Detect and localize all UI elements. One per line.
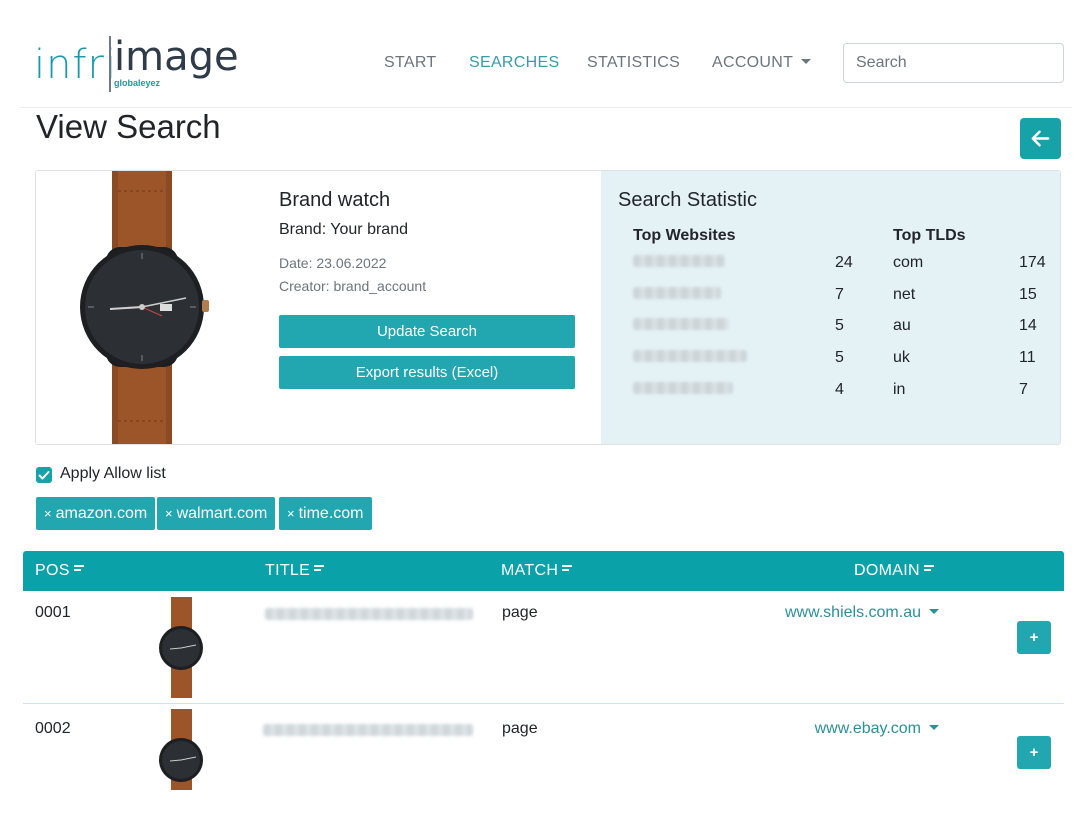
nav-account[interactable]: ACCOUNT xyxy=(712,54,812,72)
allow-tag-walmart[interactable]: × walmart.com xyxy=(157,497,276,530)
logo-text-infri: infri xyxy=(34,42,118,88)
search-name: Brand watch xyxy=(279,189,391,211)
website-count: 24 xyxy=(835,254,853,271)
remove-tag-icon[interactable]: × xyxy=(44,506,52,521)
result-thumbnail[interactable] xyxy=(106,597,256,698)
allow-list-label[interactable]: Apply Allow list xyxy=(60,465,166,483)
column-match[interactable]: MATCH xyxy=(501,562,573,580)
chevron-down-icon xyxy=(801,59,812,64)
sort-icon xyxy=(73,563,84,573)
chevron-down-icon xyxy=(929,609,939,614)
check-icon xyxy=(38,471,50,480)
column-title[interactable]: TITLE xyxy=(265,562,325,580)
sort-icon xyxy=(562,563,573,573)
back-button[interactable] xyxy=(1020,118,1061,159)
watch-thumbnail-image xyxy=(159,597,203,698)
nav-searches[interactable]: SEARCHES xyxy=(469,54,559,72)
brand-label: Brand: xyxy=(279,221,327,238)
export-results-button[interactable]: Export results (Excel) xyxy=(279,356,575,389)
remove-tag-icon[interactable]: × xyxy=(287,506,295,521)
search-statistic-panel: Search Statistic Top Websites Top TLDs 2… xyxy=(601,171,1060,444)
navbar: infri image globaleyez START SEARCHES ST… xyxy=(20,20,1072,108)
row-title-blurred xyxy=(265,607,473,625)
result-thumbnail[interactable] xyxy=(106,709,256,790)
website-name-blurred xyxy=(633,286,721,306)
row-title-blurred xyxy=(263,723,473,741)
search-brand: Brand: Your brand xyxy=(279,221,408,239)
nav-statistics[interactable]: STATISTICS xyxy=(587,54,680,72)
arrow-left-icon xyxy=(1031,130,1050,147)
row-match: page xyxy=(502,604,538,621)
tld-count: 7 xyxy=(1019,381,1028,398)
results-table-header: POS TITLE MATCH DOMAIN xyxy=(23,551,1064,591)
table-row[interactable]: 0001 page www.shiels.com.au + xyxy=(23,591,1064,704)
sort-icon xyxy=(923,563,934,573)
logo[interactable]: infri image globaleyez xyxy=(34,34,239,94)
tld-count: 11 xyxy=(1019,349,1036,366)
tld-name: au xyxy=(893,317,911,334)
column-pos[interactable]: POS xyxy=(35,562,84,580)
row-match: page xyxy=(502,720,538,737)
search-creator: Creator: brand_account xyxy=(279,278,427,294)
update-search-button[interactable]: Update Search xyxy=(279,315,575,348)
row-domain: www.shiels.com.au xyxy=(784,604,921,621)
row-domain-dropdown[interactable]: www.shiels.com.au xyxy=(743,604,939,622)
brand-value: Your brand xyxy=(330,221,408,238)
page-title: View Search xyxy=(36,108,221,145)
search-date: Date: 23.06.2022 xyxy=(279,255,387,271)
row-pos: 0002 xyxy=(35,720,71,737)
watch-thumbnail-image xyxy=(159,709,203,790)
add-result-button[interactable]: + xyxy=(1017,621,1051,654)
website-count: 5 xyxy=(835,349,844,366)
column-pos-label: POS xyxy=(35,562,70,579)
tld-name: uk xyxy=(893,349,910,366)
website-name-blurred xyxy=(633,381,733,401)
watch-image xyxy=(80,171,209,444)
sort-icon xyxy=(314,563,325,573)
allow-tag-label: walmart.com xyxy=(176,505,268,522)
column-title-label: TITLE xyxy=(265,562,311,579)
statistic-title: Search Statistic xyxy=(618,189,757,211)
website-count: 4 xyxy=(835,381,844,398)
row-domain-dropdown[interactable]: www.ebay.com xyxy=(743,720,939,738)
top-websites-header: Top Websites xyxy=(633,227,736,244)
column-match-label: MATCH xyxy=(501,562,559,579)
nav-account-label: ACCOUNT xyxy=(712,54,794,71)
column-domain[interactable]: DOMAIN xyxy=(854,562,934,580)
website-count: 7 xyxy=(835,286,844,303)
logo-subtext: globaleyez xyxy=(114,78,161,88)
tld-name: net xyxy=(893,286,916,303)
search-input[interactable] xyxy=(843,43,1064,83)
allow-list-checkbox[interactable] xyxy=(36,467,52,483)
tld-name: com xyxy=(893,254,924,271)
search-image xyxy=(36,171,260,444)
top-tlds-header: Top TLDs xyxy=(893,227,966,244)
logo-divider xyxy=(109,36,111,92)
website-name-blurred xyxy=(633,254,725,274)
allow-tag-label: amazon.com xyxy=(55,505,148,522)
search-info: Brand watch Brand: Your brand Date: 23.0… xyxy=(279,171,599,444)
tld-count: 15 xyxy=(1019,286,1037,303)
website-name-blurred xyxy=(633,317,729,337)
website-count: 5 xyxy=(835,317,844,334)
chevron-down-icon xyxy=(929,725,939,730)
table-row[interactable]: 0002 page www.ebay.com + xyxy=(23,705,1064,790)
tld-name: in xyxy=(893,381,906,398)
allow-tag-time[interactable]: × time.com xyxy=(279,497,372,530)
search-detail-card: Brand watch Brand: Your brand Date: 23.0… xyxy=(35,170,1061,445)
tld-count: 14 xyxy=(1019,317,1037,334)
allow-tag-label: time.com xyxy=(298,505,364,522)
website-name-blurred xyxy=(633,349,747,369)
add-result-button[interactable]: + xyxy=(1017,736,1051,769)
column-domain-label: DOMAIN xyxy=(854,562,920,579)
row-domain: www.ebay.com xyxy=(814,720,921,737)
row-pos: 0001 xyxy=(35,604,71,621)
app-frame: infri image globaleyez START SEARCHES ST… xyxy=(20,20,1072,790)
logo-text-image: image xyxy=(114,34,239,80)
remove-tag-icon[interactable]: × xyxy=(165,506,173,521)
tld-count: 174 xyxy=(1019,254,1046,271)
allow-tag-amazon[interactable]: × amazon.com xyxy=(36,497,156,530)
nav-start[interactable]: START xyxy=(384,54,436,72)
